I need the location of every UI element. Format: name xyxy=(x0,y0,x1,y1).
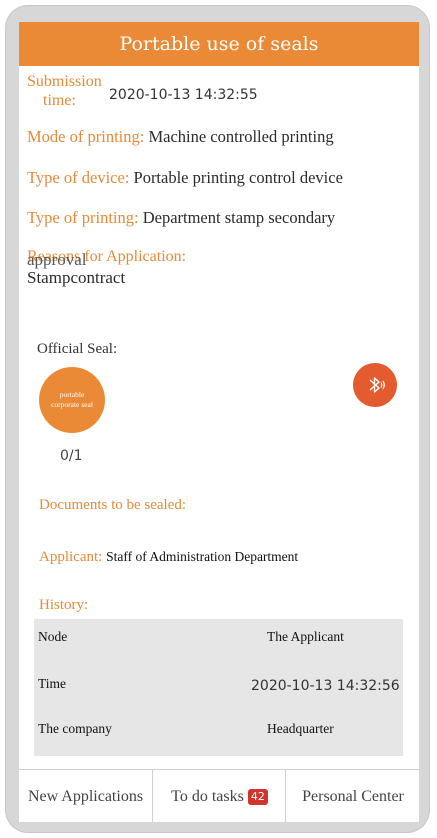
tab-personal-center[interactable]: Personal Center xyxy=(285,770,419,822)
type-of-printing-value: Department stamp secondary xyxy=(142,208,336,227)
app-screen: Portable use of seals Submission time: 2… xyxy=(19,22,419,822)
submission-time-label: Submission xyxy=(27,73,102,90)
history-label: History: xyxy=(39,597,89,613)
tab-label: New Applications xyxy=(27,787,144,805)
applicant-row: Applicant: Staff of Administration Depar… xyxy=(39,549,298,566)
task-count-badge: 42 xyxy=(247,788,268,805)
history-value: Headquarter xyxy=(267,721,334,736)
seal-selector[interactable]: portable corporate seal xyxy=(39,367,105,433)
history-key: Time xyxy=(38,676,67,691)
tab-label: To do tasks xyxy=(171,787,244,805)
type-of-printing-label: Type of printing: xyxy=(27,208,139,227)
type-of-printing-row: Type of printing: Department stamp secon… xyxy=(27,208,335,228)
tab-new-applications[interactable]: New Applications xyxy=(19,770,152,822)
applicant-value: Staff of Administration Department xyxy=(106,549,299,564)
submission-time-label-line2: time: xyxy=(43,92,76,109)
seal-circle-label: portable corporate seal xyxy=(51,390,93,409)
type-of-device-label: Type of device: xyxy=(27,168,130,187)
bluetooth-icon xyxy=(369,377,385,393)
table-row: Node The Applicant xyxy=(34,619,403,665)
submission-time-value: 2020-10-13 14:32:55 xyxy=(109,87,258,103)
reasons-for-application-value: Stampcontract xyxy=(27,268,126,287)
type-of-printing-overflow-text: approval xyxy=(27,250,87,269)
mode-of-printing-row: Mode of printing: Machine controlled pri… xyxy=(27,127,334,147)
table-row: Time 2020-10-13 14:32:56 xyxy=(34,665,403,711)
page-title: Portable use of seals xyxy=(19,22,419,66)
official-seal-label: Official Seal: xyxy=(37,341,118,357)
type-of-device-value: Portable printing control device xyxy=(133,168,343,187)
history-table: Node The Applicant Time 2020-10-13 14:32… xyxy=(34,619,403,756)
history-key: Node xyxy=(38,629,68,644)
bottom-tab-bar: New Applications To do tasks 42 Personal… xyxy=(19,769,419,822)
history-value: The Applicant xyxy=(267,629,344,644)
table-row: The company Headquarter xyxy=(34,711,403,757)
mode-of-printing-value: Machine controlled printing xyxy=(148,127,334,146)
seal-count: 0/1 xyxy=(60,448,83,464)
documents-to-be-sealed-label: Documents to be sealed: xyxy=(39,497,187,513)
history-key: The company xyxy=(38,721,112,736)
bluetooth-button[interactable] xyxy=(353,363,397,407)
tab-to-do-tasks[interactable]: To do tasks 42 xyxy=(152,770,286,822)
applicant-label: Applicant: xyxy=(39,549,103,565)
type-of-device-row: Type of device: Portable printing contro… xyxy=(27,168,343,188)
mode-of-printing-label: Mode of printing: xyxy=(27,127,145,146)
tab-label: Personal Center xyxy=(302,787,404,805)
history-value: 2020-10-13 14:32:56 xyxy=(251,678,400,694)
